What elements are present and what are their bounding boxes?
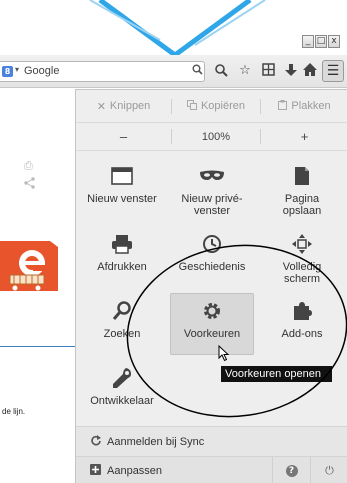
engine-dropdown-icon[interactable]: ▾ — [15, 65, 19, 74]
sync-label: Aanmelden bij Sync — [107, 435, 205, 448]
minimize-button[interactable]: _ — [302, 35, 314, 48]
menu-panel: ✕ Knippen Kopiëren Plakken – 100% + Nieu… — [75, 89, 347, 483]
wrench-icon — [112, 367, 132, 389]
find-label: Zoeken — [103, 328, 141, 340]
cut-icon: ✕ — [96, 99, 106, 113]
preferences-button[interactable]: Voorkeuren — [170, 293, 254, 355]
search-engine-icon[interactable]: 8 — [2, 66, 13, 77]
zoom-reset-button[interactable]: 100% — [172, 123, 260, 151]
new-window-icon — [111, 165, 133, 187]
page-text: de lijn. — [2, 407, 26, 416]
sync-button[interactable]: Aanmelden bij Sync — [76, 426, 347, 456]
preferences-label: Voorkeuren — [183, 328, 241, 340]
new-window-label: Nieuw venster — [87, 193, 157, 205]
find-icon — [112, 300, 132, 322]
history-clock-icon — [202, 233, 222, 255]
new-window-button[interactable]: Nieuw venster — [77, 165, 167, 205]
site-logo — [0, 237, 58, 295]
save-page-icon — [294, 165, 310, 187]
menu-icon[interactable]: ☰ — [322, 60, 344, 82]
maximize-button[interactable]: □ — [315, 35, 327, 48]
copy-button[interactable]: Kopiëren — [172, 90, 260, 123]
fullscreen-label-1: Volledig — [282, 261, 322, 273]
new-private-window-button[interactable]: Nieuw privé- venster — [167, 165, 257, 217]
customize-button[interactable]: Aanpassen — [76, 463, 272, 478]
find-button[interactable]: Zoeken — [77, 300, 167, 340]
navigation-toolbar: 8 ▾ Google ☆ ☰ — [0, 55, 347, 88]
background-decoration — [89, 0, 266, 55]
fullscreen-label-2: scherm — [283, 273, 321, 285]
history-button[interactable]: Geschiedenis — [167, 233, 257, 273]
save-label-1: Pagina — [284, 193, 320, 205]
customize-icon — [90, 463, 101, 478]
share-icon[interactable] — [24, 177, 35, 192]
paste-label: Plakken — [291, 100, 331, 112]
help-glyph: ? — [285, 464, 298, 477]
mouse-cursor-icon — [218, 344, 230, 365]
copy-icon — [186, 99, 197, 113]
zoom-controls: – 100% + — [76, 123, 347, 151]
save-page-button[interactable]: Pagina opslaan — [257, 165, 347, 217]
gear-icon — [202, 300, 222, 322]
save-label-2: opslaan — [282, 205, 322, 217]
developer-button[interactable]: Ontwikkelaar — [77, 367, 167, 407]
print-label: Afdrukken — [97, 261, 147, 273]
preferences-tooltip: Voorkeuren openen — [221, 366, 332, 382]
search-bar[interactable]: 8 ▾ Google — [0, 61, 205, 82]
fullscreen-icon — [292, 233, 312, 255]
paste-icon — [278, 99, 288, 113]
developer-label: Ontwikkelaar — [90, 395, 154, 407]
new-private-label-1: Nieuw privé- — [181, 193, 243, 205]
printer-icon — [111, 233, 133, 255]
window-controls: _ □ x — [302, 35, 340, 48]
cut-label: Knippen — [109, 100, 151, 112]
paste-button[interactable]: Plakken — [261, 90, 347, 123]
search-engine-name[interactable]: Google — [24, 65, 59, 77]
addons-label: Add-ons — [281, 328, 323, 340]
page-content: ⎙ de lijn. — [0, 89, 75, 483]
copy-label: Kopiëren — [200, 100, 246, 112]
cut-button[interactable]: ✕ Knippen — [76, 90, 171, 123]
reading-list-icon[interactable] — [260, 63, 276, 79]
divider-line — [0, 346, 75, 347]
panel-footer: Aanpassen ? ⏻ — [76, 456, 347, 483]
print-icon[interactable]: ⎙ — [24, 159, 33, 173]
help-icon[interactable]: ? — [272, 456, 310, 483]
close-button[interactable]: x — [328, 35, 340, 48]
search-icon[interactable] — [213, 63, 229, 79]
quit-icon[interactable]: ⏻ — [310, 456, 347, 483]
star-icon[interactable]: ☆ — [237, 63, 253, 79]
new-private-label-2: venster — [193, 205, 231, 217]
addons-button[interactable]: Add-ons — [257, 300, 347, 340]
titlebar: _ □ x — [0, 0, 347, 55]
customize-label: Aanpassen — [107, 464, 163, 477]
sync-icon — [90, 434, 101, 449]
print-button[interactable]: Afdrukken — [77, 233, 167, 273]
zoom-in-button[interactable]: + — [261, 123, 347, 151]
zoom-out-button[interactable]: – — [76, 123, 171, 151]
private-mask-icon — [199, 165, 225, 187]
download-icon[interactable] — [283, 63, 299, 79]
fullscreen-button[interactable]: Volledig scherm — [257, 233, 347, 285]
history-label: Geschiedenis — [178, 261, 246, 273]
home-icon[interactable] — [302, 63, 318, 79]
search-go-icon[interactable] — [192, 64, 203, 78]
edit-controls: ✕ Knippen Kopiëren Plakken — [76, 90, 347, 123]
puzzle-icon — [292, 300, 312, 322]
